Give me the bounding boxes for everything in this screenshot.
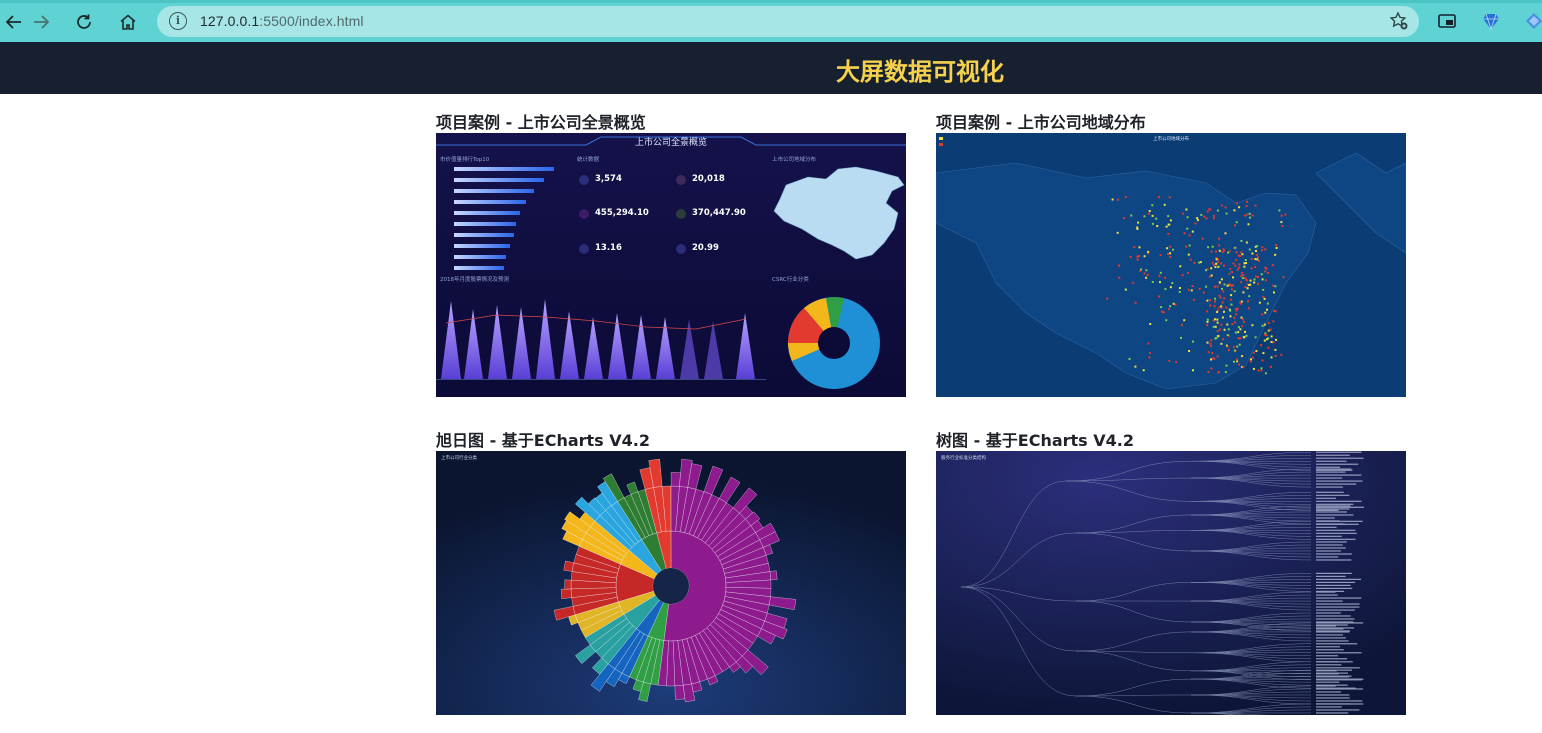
preview-mid-title: 统计数据 — [577, 155, 600, 163]
tab-strip-edge — [0, 0, 1542, 3]
extension-gem-icon[interactable] — [1481, 11, 1501, 31]
card-title-tree[interactable]: 树图 - 基于ECharts V4.2 — [936, 427, 1134, 451]
bookmark-star-icon[interactable] — [1389, 11, 1409, 36]
preview-overview-dashboard[interactable]: 上市公司全景概览 市价值量排行Top10 统计数据 3,574 20,018 4… — [436, 133, 906, 397]
preview-heading: 上市公司地域分布 — [1153, 135, 1189, 142]
card-title-sunburst[interactable]: 旭日图 - 基于ECharts V4.2 — [436, 427, 650, 451]
preview-geo-distribution[interactable]: 上市公司地域分布 — [936, 133, 1406, 397]
legend-swatch-red — [939, 143, 943, 146]
preview-bottom-left-title: 2018年月度股票情况及预测 — [440, 275, 509, 283]
stat-value: 13.16 — [595, 243, 622, 253]
card-title-overview[interactable]: 项目案例 - 上市公司全景概览 — [436, 109, 646, 133]
home-icon[interactable] — [114, 8, 142, 36]
preview-heading: 服务行业标准分类结构 — [941, 454, 986, 461]
picture-in-picture-icon[interactable] — [1437, 11, 1457, 31]
preview-right-title: 上市公司地域分布 — [772, 155, 817, 163]
site-info-icon[interactable]: i — [169, 12, 187, 30]
stat-value: 3,574 — [595, 174, 622, 184]
url-host: 127.0.0.1 — [200, 13, 260, 29]
legend-swatch-yellow — [939, 137, 943, 140]
reload-icon[interactable] — [70, 8, 98, 36]
stat-value: 370,447.90 — [692, 208, 746, 218]
browser-toolbar: i 127.0.0.1:5500/index.html — [0, 0, 1542, 42]
url-path: :5500/index.html — [259, 13, 364, 29]
card-title-geo[interactable]: 项目案例 - 上市公司地域分布 — [936, 109, 1146, 133]
extension-diamond-icon[interactable] — [1524, 11, 1542, 31]
preview-heading: 上市公司行业分类 — [441, 454, 477, 461]
forward-arrow-icon[interactable] — [27, 8, 55, 36]
stat-value: 20.99 — [692, 243, 719, 253]
stat-value: 20,018 — [692, 174, 725, 184]
page-title: 大屏数据可视化 — [836, 58, 1004, 86]
address-bar[interactable]: i 127.0.0.1:5500/index.html — [157, 6, 1419, 37]
preview-heading: 上市公司全景概览 — [635, 136, 707, 148]
preview-left-title: 市价值量排行Top10 — [440, 155, 490, 163]
page-header: 大屏数据可视化 — [0, 42, 1542, 94]
preview-tree[interactable]: 服务行业标准分类结构 — [936, 451, 1406, 715]
preview-bottom-right-title: CSRC行业分类 — [772, 275, 809, 283]
csrc-donut — [787, 297, 880, 389]
address-url[interactable]: 127.0.0.1:5500/index.html — [200, 13, 364, 29]
preview-sunburst[interactable]: 上市公司行业分类 — [436, 451, 906, 715]
back-arrow-icon[interactable] — [0, 8, 28, 36]
stat-value: 455,294.10 — [595, 208, 649, 218]
